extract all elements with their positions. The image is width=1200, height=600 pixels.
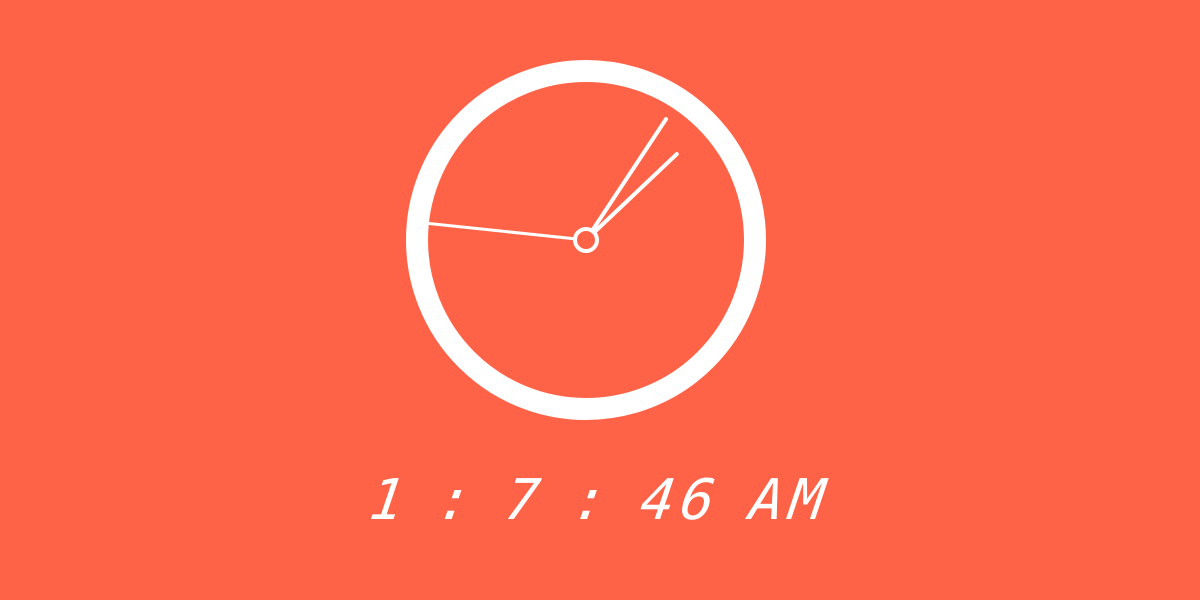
digital-seconds: 46: [636, 468, 726, 533]
minute-hand: [584, 152, 679, 242]
center-pivot: [573, 227, 599, 253]
digital-separator: :: [568, 468, 618, 533]
second-hand: [427, 222, 588, 242]
digital-separator: :: [433, 468, 483, 533]
clock-widget: 1 : 7 : 46 AM: [0, 0, 1200, 600]
digital-time-display: 1 : 7 : 46 AM: [0, 466, 1200, 536]
hour-hand: [584, 117, 668, 242]
digital-period: AM: [745, 468, 835, 533]
